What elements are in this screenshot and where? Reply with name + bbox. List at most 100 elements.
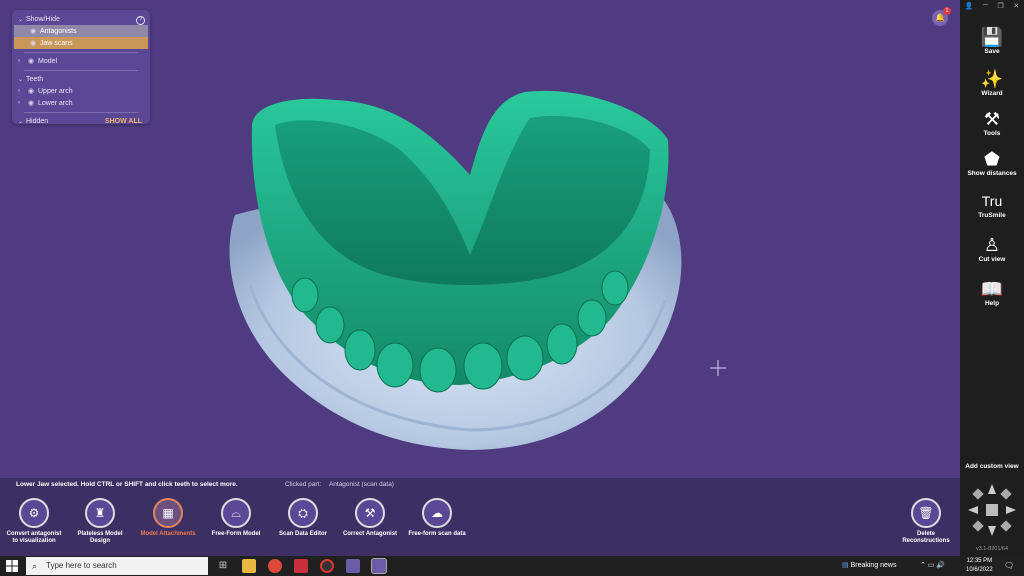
eye-icon[interactable]: ◉ bbox=[28, 87, 38, 95]
clock-date: 10/6/2022 bbox=[966, 567, 993, 573]
bottom-toolbar: Lower Jaw selected. Hold CTRL or SHIFT a… bbox=[0, 478, 960, 556]
show-hide-panel: ⌄ Show/Hide ? ◉ Antagonists ◉ Jaw scans … bbox=[12, 10, 150, 127]
chevron-right-icon[interactable]: › bbox=[18, 100, 26, 106]
model-base-icon: ⌓ bbox=[221, 498, 251, 528]
tool-label: Free-Form Model bbox=[211, 531, 261, 537]
trusmile-label: TruSmile bbox=[978, 212, 1006, 219]
app-icon[interactable] bbox=[294, 559, 308, 573]
tool-label: to visualization bbox=[12, 538, 56, 544]
eye-icon[interactable]: ◉ bbox=[30, 27, 40, 35]
teeth-header[interactable]: ⌄ Teeth bbox=[12, 73, 150, 85]
upper-arch-item[interactable]: › ◉ Upper arch bbox=[12, 85, 150, 97]
tools-icon: ⚒ bbox=[983, 109, 1001, 129]
taskbar-clock[interactable]: 12:35 PM 10/6/2022 bbox=[966, 557, 993, 575]
chevron-down-icon: ⌄ bbox=[18, 16, 24, 23]
taskbar-search[interactable]: ⌕ Type here to search bbox=[26, 557, 208, 575]
tool-label: Model Attachments bbox=[140, 531, 196, 537]
notification-badge: 1 bbox=[943, 7, 951, 15]
chevron-right-icon[interactable]: › bbox=[18, 58, 26, 64]
tool-label: Correct Antagonist bbox=[342, 531, 398, 537]
right-sidebar: 👤 ─ ❐ ✕ 💾 Save ✨ Wizard ⚒ Tools ⬟ Show d… bbox=[960, 0, 1024, 556]
tool-label: Design bbox=[89, 538, 110, 544]
file-explorer-icon[interactable] bbox=[242, 559, 256, 573]
minimize-icon[interactable]: ─ bbox=[983, 2, 988, 14]
chevron-right-icon[interactable]: › bbox=[18, 88, 26, 94]
show-distances-button[interactable]: ⬟ Show distances bbox=[960, 148, 1024, 177]
help-book-icon: 📖 bbox=[980, 279, 1004, 299]
chrome-icon[interactable] bbox=[268, 559, 282, 573]
trusmile-icon: Tru bbox=[981, 193, 1003, 209]
antagonists-label: Antagonists bbox=[40, 27, 77, 35]
navigation-cube-icon[interactable] bbox=[966, 482, 1018, 538]
crosshair-cursor bbox=[710, 360, 726, 376]
show-hide-header[interactable]: ⌄ Show/Hide ? bbox=[12, 13, 150, 25]
clicked-part-value: Antagonist (scan data) bbox=[328, 481, 394, 488]
clock-time: 12:35 PM bbox=[966, 558, 993, 564]
delete-reconstructions-button[interactable]: 🗑 Delete Reconstructions bbox=[886, 498, 966, 545]
tooth-icon: ♜ bbox=[85, 498, 115, 528]
antagonists-item[interactable]: ◉ Antagonists bbox=[14, 25, 148, 37]
dental-app-active-icon[interactable] bbox=[371, 558, 387, 574]
wizard-label: Wizard bbox=[981, 90, 1003, 97]
jaw-scans-label: Jaw scans bbox=[40, 39, 73, 47]
clicked-part: Clicked part: Antagonist (scan data) bbox=[285, 481, 394, 488]
correct-icon: ⚒ bbox=[355, 498, 385, 528]
search-placeholder: Type here to search bbox=[46, 561, 117, 570]
help-button[interactable]: 📖 Help bbox=[960, 278, 1024, 307]
divider bbox=[24, 112, 138, 113]
help-label: Help bbox=[984, 300, 1000, 307]
version-label: v3.1-8201/64 bbox=[975, 546, 1009, 552]
cut-view-label: Cut view bbox=[978, 256, 1006, 263]
distances-icon: ⬟ bbox=[984, 149, 1000, 169]
status-message: Lower Jaw selected. Hold CTRL or SHIFT a… bbox=[16, 481, 238, 488]
system-tray[interactable]: ⌃ ▭ 🔊 bbox=[920, 561, 945, 569]
tool-label: Plateless Model bbox=[77, 531, 123, 537]
save-label: Save bbox=[984, 48, 1000, 55]
tooth-cut-icon: ♙ bbox=[983, 235, 1001, 255]
save-button[interactable]: 💾 Save bbox=[960, 26, 1024, 55]
show-distances-label: Show distances bbox=[967, 170, 1017, 177]
model-label: Model bbox=[38, 57, 58, 65]
trusmile-button[interactable]: Tru TruSmile bbox=[960, 190, 1024, 219]
jaw-scans-item[interactable]: ◉ Jaw scans bbox=[14, 37, 148, 49]
cut-view-button[interactable]: ♙ Cut view bbox=[960, 234, 1024, 263]
teeth-label: Teeth bbox=[26, 75, 44, 83]
search-icon: ⌕ bbox=[32, 561, 38, 571]
divider bbox=[24, 70, 138, 71]
close-icon[interactable]: ✕ bbox=[1013, 2, 1019, 14]
eye-icon[interactable]: ◉ bbox=[30, 39, 40, 47]
divider bbox=[24, 52, 138, 53]
wizard-button[interactable]: ✨ Wizard bbox=[960, 68, 1024, 97]
app-icon[interactable] bbox=[320, 559, 334, 573]
eye-icon[interactable]: ◉ bbox=[28, 57, 38, 65]
add-custom-view-button[interactable]: Add custom view bbox=[960, 463, 1024, 470]
show-all-button[interactable]: SHOW ALL bbox=[105, 118, 142, 125]
chevron-down-icon[interactable]: ⌄ bbox=[18, 118, 26, 125]
model-item[interactable]: › ◉ Model bbox=[12, 55, 150, 67]
hidden-label: Hidden bbox=[26, 117, 49, 125]
hidden-header[interactable]: ⌄ Hidden SHOW ALL bbox=[12, 115, 150, 127]
help-icon[interactable]: ? bbox=[136, 16, 145, 25]
attachments-icon: ▦ bbox=[153, 498, 183, 528]
eye-icon[interactable]: ◉ bbox=[28, 99, 38, 107]
news-label: Breaking news bbox=[850, 562, 897, 569]
magic-wand-icon: ✨ bbox=[980, 69, 1004, 89]
windows-taskbar: ⌕ Type here to search ⊞ ▤ Breaking news … bbox=[0, 556, 1024, 576]
scan-editor-icon: ⛭ bbox=[288, 498, 318, 528]
restore-icon[interactable]: ❐ bbox=[998, 2, 1004, 14]
free-form-icon: ☁ bbox=[422, 498, 452, 528]
lower-arch-item[interactable]: › ◉ Lower arch bbox=[12, 97, 150, 109]
windows-start-icon[interactable] bbox=[6, 560, 18, 572]
free-form-scan-data-button[interactable]: ☁ Free-form scan data bbox=[397, 498, 477, 538]
tools-label: Tools bbox=[983, 130, 1001, 137]
action-center-icon[interactable]: 🗨 bbox=[1004, 561, 1014, 570]
news-widget[interactable]: ▤ Breaking news bbox=[842, 561, 897, 569]
user-icon[interactable]: 👤 bbox=[965, 2, 974, 14]
show-hide-label: Show/Hide bbox=[26, 15, 60, 23]
dental-app-icon[interactable] bbox=[346, 559, 360, 573]
chevron-down-icon[interactable]: ⌄ bbox=[18, 76, 26, 83]
tool-label: Convert antagonist bbox=[6, 531, 62, 537]
tools-button[interactable]: ⚒ Tools bbox=[960, 108, 1024, 137]
news-icon: ▤ bbox=[842, 562, 849, 569]
task-view-icon[interactable]: ⊞ bbox=[216, 559, 230, 573]
